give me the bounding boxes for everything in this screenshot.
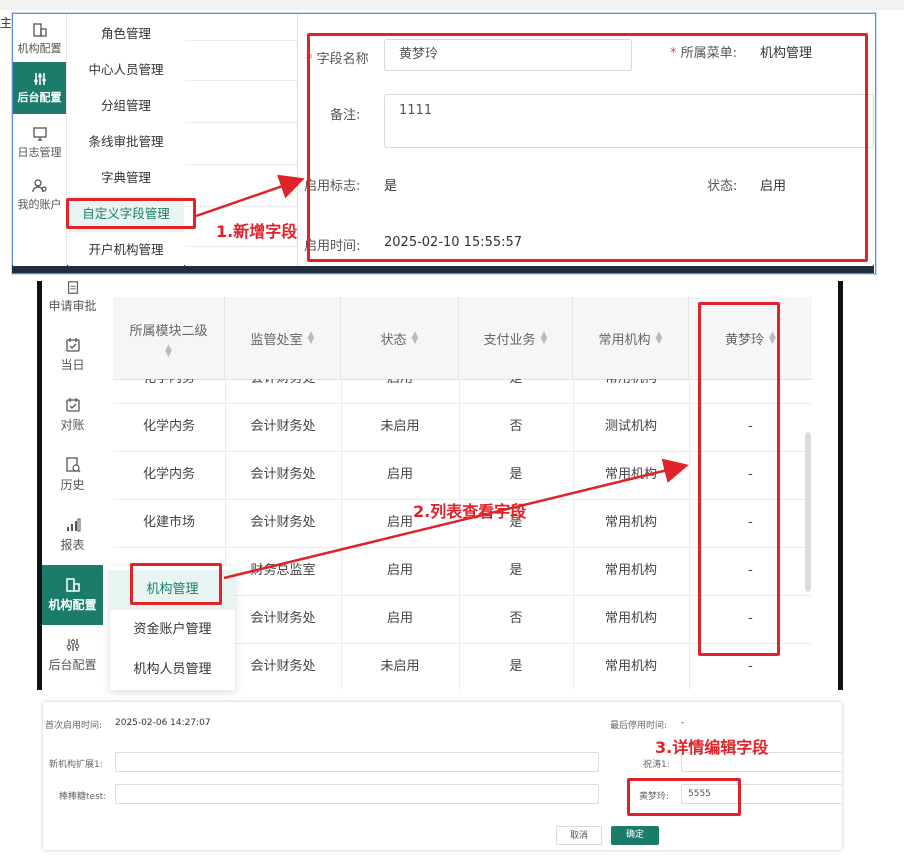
arrow-step2 [223, 458, 689, 580]
arrow-step1 [195, 174, 305, 218]
annotation-step2: 2.列表查看字段 [413, 502, 527, 521]
annotation-arrows [195, 174, 689, 580]
annotation-step3: 3.详情编辑字段 [655, 738, 769, 757]
annotation-step1: 1.新增字段 [216, 222, 298, 241]
